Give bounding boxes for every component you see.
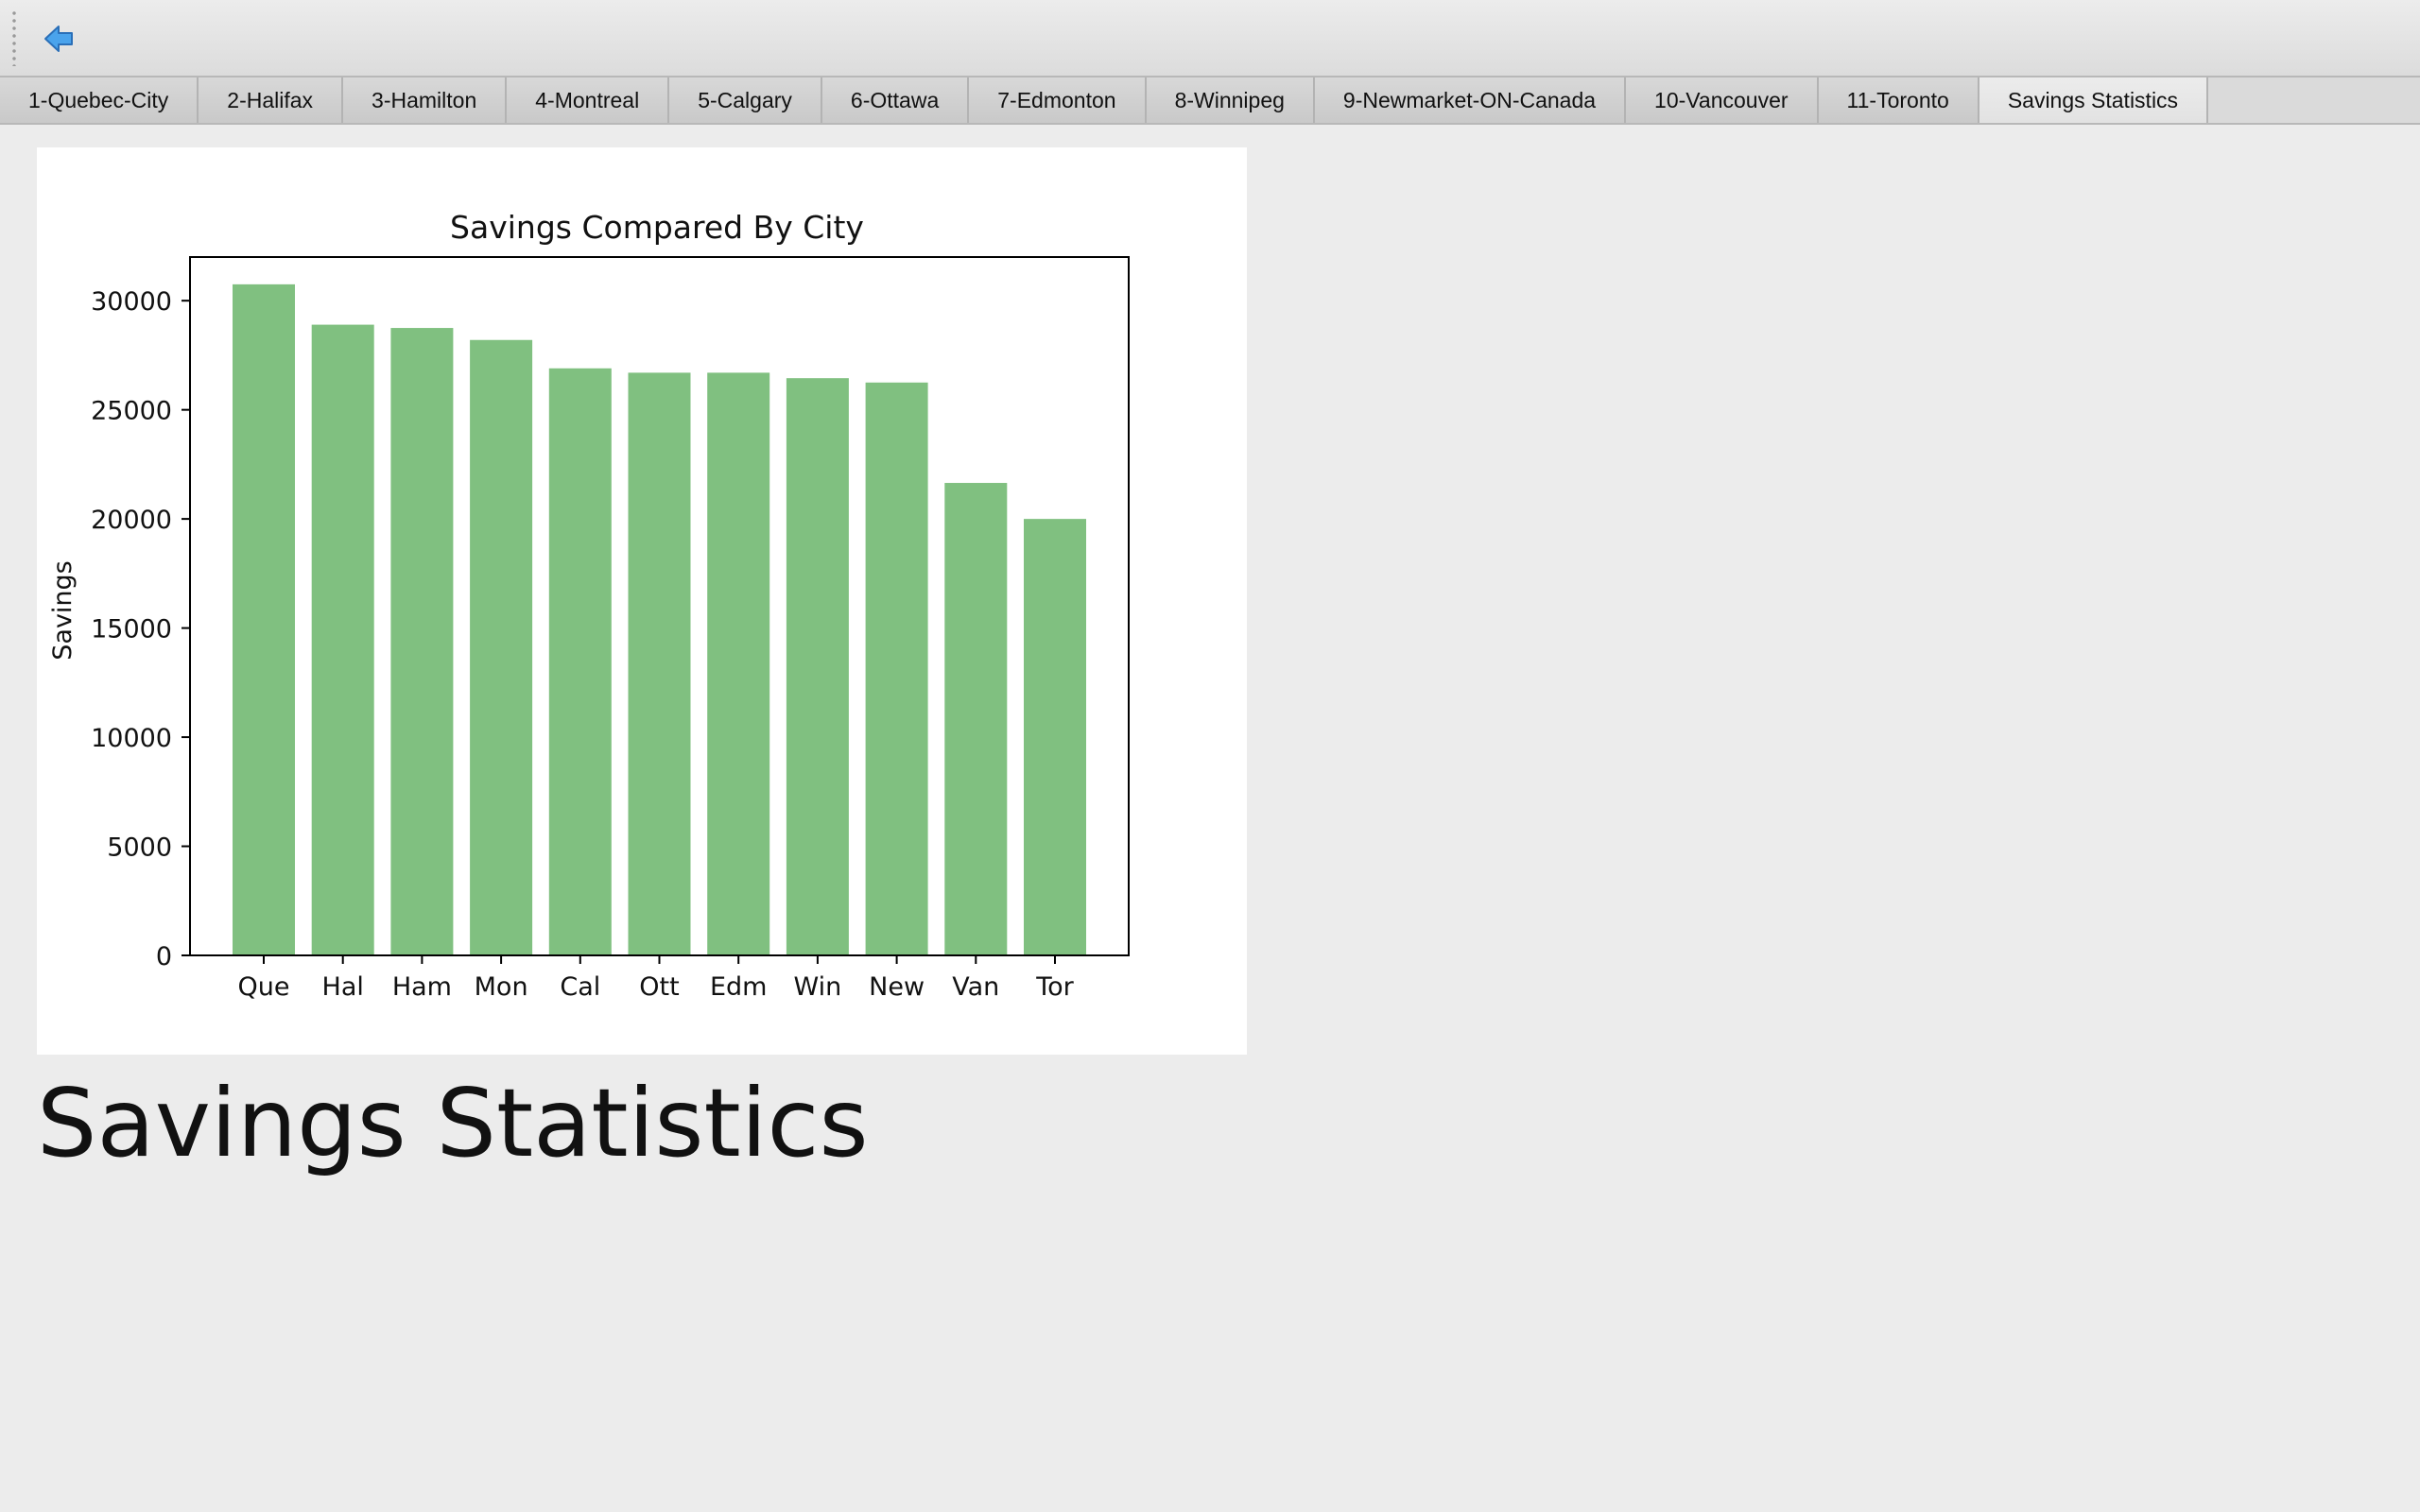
bar-edm [707,372,770,956]
x-tick-label: Ott [639,972,679,1002]
savings-bar-chart: Savings Compared By City Savings 0 5000 10… [48,209,1130,1002]
tab-10-vancouver[interactable]: 10-Vancouver [1626,77,1819,123]
bar-ham [390,328,454,955]
tab-1-quebec-city[interactable]: 1-Quebec-City [0,77,199,123]
x-tick-label: Edm [710,972,768,1002]
bar-ott [628,372,691,956]
bar-cal [548,368,612,955]
tab-6-ottawa[interactable]: 6-Ottawa [821,77,970,123]
y-tick-label: 0 [156,942,172,971]
back-arrow-icon [44,26,73,52]
page-heading: Savings Statistics [37,1068,869,1178]
tab-bar: 1-Quebec-City 2-Halifax 3-Hamilton 4-Montre… [0,77,2420,125]
chart-y-axis-label: Savings [48,560,78,660]
x-tick-label: Van [952,972,999,1002]
bar-hal [311,324,374,955]
y-tick-label: 15000 [91,615,172,644]
x-tick-label: Hal [322,972,364,1002]
tab-2-halifax[interactable]: 2-Halifax [199,77,344,123]
tab-8-winnipeg[interactable]: 8-Winnipeg [1146,77,1315,123]
toolbar [0,0,2420,77]
x-tick-label: Que [238,972,290,1002]
bar-win [786,378,849,956]
bar-van [944,483,1008,955]
tab-11-toronto[interactable]: 11-Toronto [1818,77,1979,123]
y-tick-label: 25000 [91,397,172,426]
x-tick-label: Mon [475,972,528,1002]
x-tick-label: New [869,972,925,1002]
bar-que [233,284,295,955]
y-tick-label: 5000 [107,833,172,863]
y-tick-label: 20000 [91,506,172,535]
bar-mon [470,339,533,956]
tab-7-edmonton[interactable]: 7-Edmonton [969,77,1147,123]
tab-4-montreal[interactable]: 4-Montreal [507,77,670,123]
x-tick-label: Tor [1035,972,1074,1002]
chart-panel: Savings Compared By City Savings 0 5000 10… [37,147,1247,1055]
x-tick-label: Cal [560,972,600,1002]
tab-9-newmarket-on-canada[interactable]: 9-Newmarket-ON-Canada [1314,77,1627,123]
back-button[interactable] [42,21,78,57]
y-tick-label: 30000 [91,287,172,317]
x-tick-label: Win [794,972,842,1002]
chart-title: Savings Compared By City [450,209,864,246]
tab-3-hamilton[interactable]: 3-Hamilton [343,77,508,123]
toolbar-grip[interactable] [12,9,16,66]
tab-savings-statistics[interactable]: Savings Statistics [1979,77,2209,123]
bar-tor [1024,519,1086,955]
y-tick-label: 10000 [91,724,172,753]
tab-5-calgary[interactable]: 5-Calgary [669,77,822,123]
x-tick-label: Ham [392,972,452,1002]
bar-new [865,382,928,955]
